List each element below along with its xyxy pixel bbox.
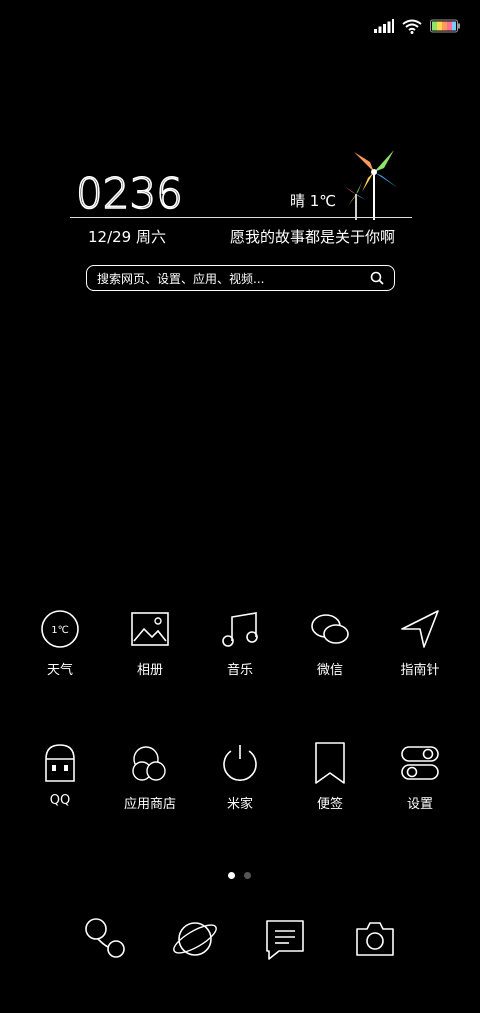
gallery-icon <box>131 612 169 646</box>
app-label: 米家 <box>226 797 253 812</box>
app-label: 便签 <box>316 797 343 812</box>
compass-icon <box>401 610 439 648</box>
widget-divider <box>70 217 412 218</box>
app-label: 微信 <box>316 663 343 678</box>
app-notes[interactable]: 便签 <box>285 741 375 821</box>
notes-icon <box>315 742 345 784</box>
app-label: QQ <box>49 793 71 808</box>
browser-icon[interactable] <box>171 915 219 963</box>
clock-time-text: 0236 <box>76 169 183 218</box>
app-music[interactable]: 音乐 <box>195 607 285 687</box>
app-weather[interactable]: 1℃ 天气 <box>15 607 105 687</box>
mijia-icon <box>223 745 257 781</box>
app-label: 天气 <box>46 663 73 678</box>
app-compass[interactable]: 指南针 <box>375 607 465 687</box>
weather-summary[interactable]: 晴 1℃ <box>290 190 336 211</box>
app-label: 音乐 <box>226 663 253 678</box>
app-wechat[interactable]: 微信 <box>285 607 375 687</box>
status-bar <box>374 14 460 38</box>
battery-icon <box>430 19 460 33</box>
page-dot-active[interactable] <box>228 872 235 879</box>
motto-text: 愿我的故事都是关于你啊 <box>230 228 396 246</box>
wechat-icon <box>311 614 349 644</box>
weather-badge: 1℃ <box>51 625 69 636</box>
app-qq[interactable]: QQ <box>15 741 105 821</box>
app-gallery[interactable]: 相册 <box>105 607 195 687</box>
pinwheel-icon <box>344 150 398 220</box>
settings-icon <box>401 746 439 780</box>
clock-time[interactable]: 0236 <box>75 168 186 219</box>
date-label[interactable]: 12/29 周六 <box>88 226 166 247</box>
messages-icon[interactable] <box>261 915 309 963</box>
phone-icon[interactable] <box>82 915 130 963</box>
music-icon <box>222 612 258 647</box>
app-store-icon <box>132 746 166 781</box>
app-store[interactable]: 应用商店 <box>105 741 195 821</box>
app-settings[interactable]: 设置 <box>375 741 465 821</box>
app-mijia[interactable]: 米家 <box>195 741 285 821</box>
page-dot[interactable] <box>244 872 251 879</box>
search-bar[interactable]: 搜索网页、设置、应用、视频... <box>86 265 395 291</box>
app-label: 相册 <box>136 663 163 678</box>
signal-icon <box>374 19 394 33</box>
camera-icon[interactable] <box>351 915 399 963</box>
app-label: 设置 <box>406 797 433 812</box>
app-label: 应用商店 <box>123 797 176 812</box>
weather-icon: 1℃ <box>41 610 79 648</box>
wifi-icon <box>402 19 422 34</box>
search-placeholder: 搜索网页、设置、应用、视频... <box>97 271 265 286</box>
qq-icon <box>45 744 75 782</box>
app-label: 指南针 <box>400 663 440 678</box>
search-icon[interactable] <box>370 271 384 285</box>
